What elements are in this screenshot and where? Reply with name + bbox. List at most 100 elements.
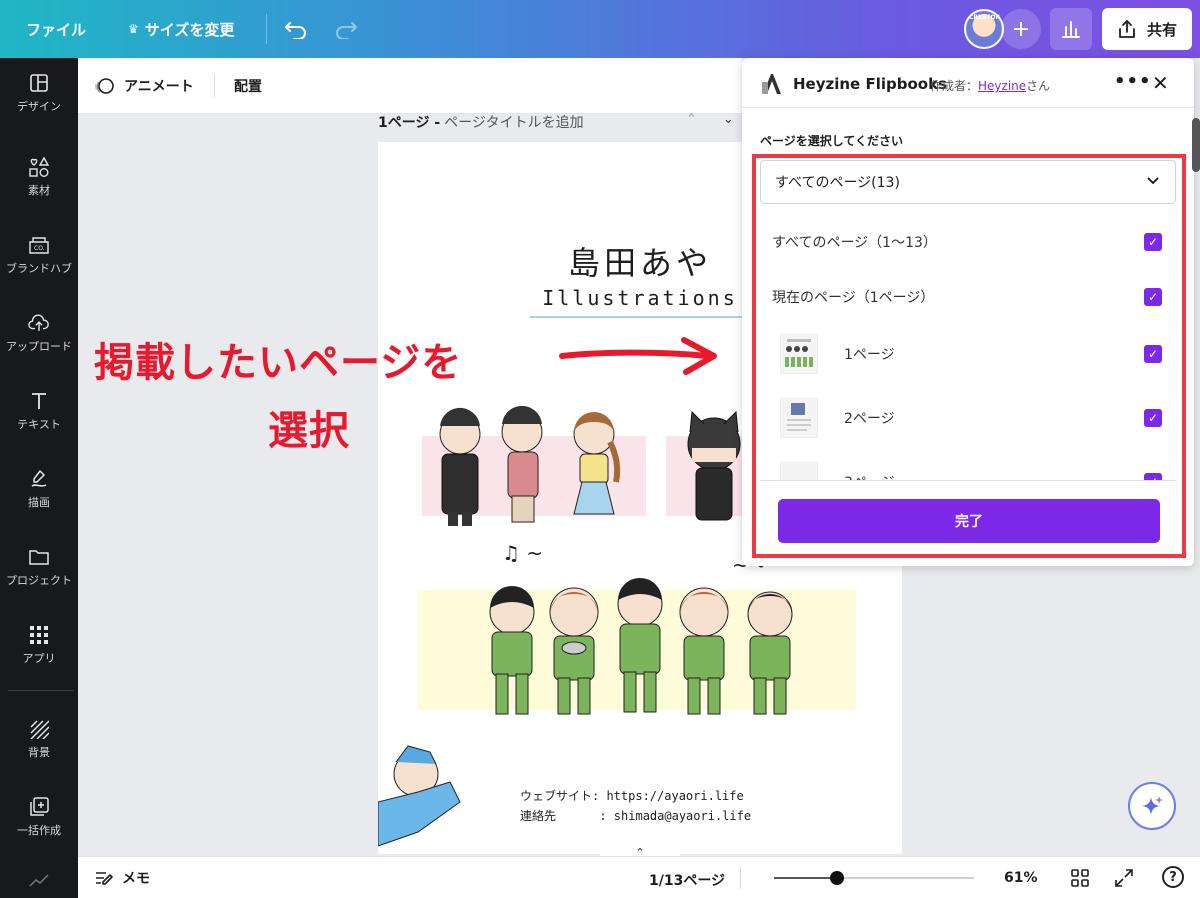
panel-app-name: Heyzine Flipbooks bbox=[793, 75, 947, 93]
sidebar-item-label: 描画 bbox=[28, 496, 50, 509]
sidebar-item-upload[interactable]: アップロード bbox=[0, 298, 78, 368]
sidebar-item-background[interactable]: 背景 bbox=[0, 704, 78, 774]
sidebar-item-label: デザイン bbox=[17, 100, 61, 113]
grid-icon bbox=[1071, 869, 1089, 887]
sidebar-item-projects[interactable]: プロジェクト bbox=[0, 532, 78, 602]
topbar-divider bbox=[266, 14, 267, 44]
avatar-text: CREATOR bbox=[969, 14, 1001, 21]
sidebar-item-apps[interactable]: アプリ bbox=[0, 610, 78, 680]
bar-chart-icon bbox=[1062, 21, 1080, 38]
sidebar-item-label: テキスト bbox=[17, 418, 61, 431]
resize-label: サイズを変更 bbox=[144, 20, 235, 39]
share-icon bbox=[1119, 20, 1135, 38]
share-button[interactable]: 共有 bbox=[1102, 8, 1192, 50]
toolbar-divider bbox=[214, 74, 215, 98]
text-icon bbox=[28, 390, 50, 412]
bulk-create-icon bbox=[28, 796, 50, 818]
page-nav: ⌃ ⌄ bbox=[686, 112, 734, 127]
apps-grid-icon bbox=[28, 624, 50, 646]
user-avatar[interactable]: CREATOR bbox=[964, 9, 1004, 49]
bottombar-divider bbox=[740, 867, 741, 889]
close-icon[interactable]: ✕ bbox=[1152, 71, 1169, 95]
zoom-slider[interactable] bbox=[774, 871, 974, 885]
top-bar: ファイル ♛ サイズを変更 CREATOR + 共有 bbox=[0, 0, 1200, 58]
panel-author: 作成者：Heyzineさん bbox=[930, 77, 1050, 94]
resize-button[interactable]: ♛ サイズを変更 bbox=[128, 0, 234, 58]
draw-icon bbox=[28, 468, 50, 490]
sidebar-divider bbox=[8, 690, 74, 691]
grid-view-button[interactable] bbox=[1070, 868, 1090, 892]
help-button[interactable]: ? bbox=[1162, 866, 1184, 888]
page-title-input[interactable]: ページタイトルを追加 bbox=[444, 112, 583, 132]
more-options-icon[interactable]: ••• bbox=[1114, 71, 1152, 92]
sidebar-item-brand-hub[interactable]: CO. ブランドハブ bbox=[0, 220, 78, 290]
sidebar-item-bulk-create[interactable]: 一括作成 bbox=[0, 782, 78, 852]
website-line: ウェブサイト: https://ayaori.life bbox=[520, 789, 744, 803]
sidebar-item-design[interactable]: デザイン bbox=[0, 58, 78, 128]
zoom-slider-knob[interactable] bbox=[830, 871, 844, 885]
annotation-highlight-frame bbox=[752, 154, 1186, 558]
left-sidebar: デザイン 素材 CO. ブランドハブ アップロード テキスト 描画 プロジェクト… bbox=[0, 58, 78, 898]
layout-icon bbox=[28, 72, 50, 94]
invite-button[interactable]: + bbox=[1001, 9, 1041, 49]
animate-icon bbox=[95, 78, 114, 94]
author-suffix: さん bbox=[1026, 79, 1051, 93]
annotation-text-line2: 選択 bbox=[268, 408, 350, 454]
undo-button[interactable] bbox=[284, 0, 308, 58]
sidebar-item-label: アップロード bbox=[6, 340, 72, 353]
scrollbar[interactable] bbox=[1192, 118, 1200, 172]
heyzine-logo-icon bbox=[762, 74, 781, 94]
sidebar-item-label: アプリ bbox=[22, 652, 56, 665]
email-line: 連絡先 : shimada@ayaori.life bbox=[520, 809, 752, 823]
bottom-bar: メモ 1/13ページ 61% ? bbox=[78, 856, 1200, 898]
magic-assistant-button[interactable] bbox=[1128, 782, 1176, 830]
redo-button[interactable] bbox=[334, 0, 358, 58]
author-prefix: 作成者： bbox=[930, 79, 979, 93]
fullscreen-icon bbox=[1115, 869, 1133, 887]
sparkle-icon bbox=[1142, 796, 1163, 815]
notes-icon bbox=[96, 872, 113, 885]
insights-button[interactable] bbox=[1050, 8, 1092, 50]
sidebar-item-text[interactable]: テキスト bbox=[0, 376, 78, 446]
shapes-icon bbox=[28, 156, 50, 178]
share-label: 共有 bbox=[1146, 20, 1177, 39]
sidebar-item-elements[interactable]: 素材 bbox=[0, 142, 78, 212]
chevron-down-icon[interactable]: ⌄ bbox=[723, 112, 734, 127]
redo-icon bbox=[336, 22, 357, 39]
sidebar-item-label: 素材 bbox=[28, 184, 50, 197]
trend-icon bbox=[28, 872, 50, 892]
upload-cloud-icon bbox=[28, 312, 50, 334]
plus-icon: + bbox=[1011, 16, 1031, 42]
page-counter[interactable]: 1/13ページ bbox=[649, 870, 725, 890]
folder-icon bbox=[28, 546, 50, 568]
title-underline bbox=[530, 316, 750, 318]
file-menu-button[interactable]: ファイル bbox=[26, 0, 86, 58]
zoom-level[interactable]: 61% bbox=[1004, 870, 1038, 886]
fullscreen-button[interactable] bbox=[1114, 868, 1134, 892]
annotation-arrow bbox=[559, 337, 717, 375]
page-header[interactable]: 1ページ - ページタイトルを追加 bbox=[378, 112, 584, 132]
undo-icon bbox=[285, 22, 306, 39]
sidebar-item-label: 背景 bbox=[28, 746, 50, 759]
sidebar-item-label: プロジェクト bbox=[6, 574, 72, 587]
page-number: 1ページ - bbox=[378, 115, 441, 131]
animate-button[interactable]: アニメート bbox=[94, 58, 194, 114]
contact-block: ウェブサイト: https://ayaori.life 連絡先 : shimad… bbox=[520, 786, 751, 826]
zoom-slider-fill bbox=[774, 877, 837, 879]
chevron-up-icon[interactable]: ⌃ bbox=[686, 112, 697, 127]
sidebar-item-label: 一括作成 bbox=[17, 824, 61, 837]
notes-button[interactable]: メモ bbox=[94, 857, 150, 898]
panel-header: Heyzine Flipbooks 作成者：Heyzineさん ••• ✕ bbox=[742, 58, 1194, 108]
svg-text:♫ ~: ♫ ~ bbox=[502, 541, 543, 565]
background-icon bbox=[28, 718, 50, 740]
sidebar-item-draw[interactable]: 描画 bbox=[0, 454, 78, 524]
arrange-button[interactable]: 配置 bbox=[234, 58, 262, 114]
animate-label: アニメート bbox=[124, 79, 194, 95]
sidebar-item-label: ブランドハブ bbox=[6, 262, 72, 275]
svg-text:CO.: CO. bbox=[34, 245, 45, 252]
notes-label: メモ bbox=[122, 871, 150, 887]
editor-toolbar: アニメート 配置 bbox=[78, 58, 742, 114]
brand-icon: CO. bbox=[28, 234, 50, 256]
crown-icon: ♛ bbox=[128, 22, 139, 36]
author-link[interactable]: Heyzine bbox=[978, 79, 1026, 93]
